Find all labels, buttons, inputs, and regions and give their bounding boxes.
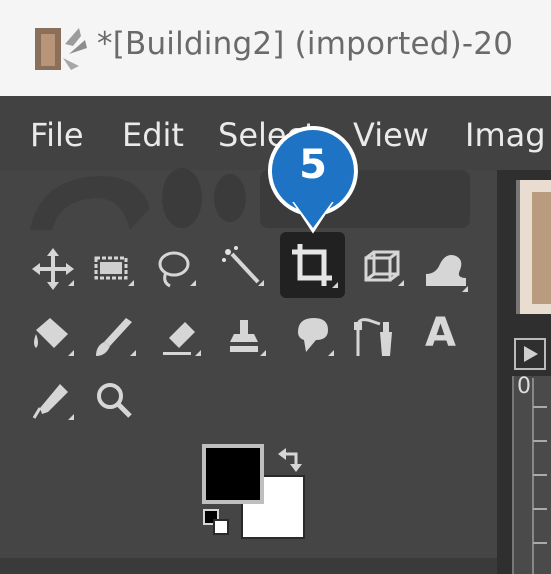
unified-transform-tool-icon[interactable] bbox=[358, 244, 408, 294]
rect-select-tool-icon[interactable] bbox=[88, 244, 138, 294]
step-callout-number: 5 bbox=[299, 142, 327, 188]
zoom-tool-icon[interactable] bbox=[90, 376, 140, 426]
paintbrush-tool-icon[interactable] bbox=[90, 312, 140, 362]
paths-tool-icon[interactable] bbox=[350, 312, 400, 362]
crop-tool-icon[interactable] bbox=[280, 232, 345, 298]
smudge-tool-icon[interactable] bbox=[288, 312, 338, 362]
image-preview-content bbox=[532, 192, 551, 304]
toolbox-bottom-strip bbox=[0, 558, 497, 574]
eraser-tool-icon[interactable] bbox=[155, 312, 205, 362]
ruler-tick bbox=[533, 508, 547, 510]
menu-edit[interactable]: Edit bbox=[122, 116, 184, 154]
title-bar: *[Building2] (imported)-20 bbox=[0, 0, 551, 97]
ruler-label: 0 bbox=[517, 374, 531, 399]
color-picker-tool-icon[interactable] bbox=[28, 376, 78, 426]
image-preview bbox=[516, 180, 551, 314]
warp-transform-tool-icon[interactable] bbox=[422, 244, 472, 294]
move-tool-icon[interactable] bbox=[28, 244, 78, 294]
ruler-tick bbox=[533, 474, 547, 476]
navigate-button-icon[interactable] bbox=[514, 338, 546, 370]
menu-image[interactable]: Imag bbox=[465, 116, 546, 154]
text-tool-icon[interactable]: A bbox=[425, 310, 456, 356]
fg-bg-color-selector[interactable] bbox=[200, 440, 310, 550]
bucket-fill-tool-icon[interactable] bbox=[28, 312, 78, 362]
ruler-tick bbox=[533, 440, 547, 442]
clone-tool-icon[interactable] bbox=[220, 312, 270, 362]
ruler-tick bbox=[533, 542, 547, 544]
gimp-app-icon bbox=[35, 28, 87, 70]
ruler-tick bbox=[533, 406, 547, 408]
free-select-tool-icon[interactable] bbox=[150, 244, 200, 294]
gimp-logo-watermark bbox=[30, 168, 470, 230]
menu-file[interactable]: File bbox=[30, 116, 84, 154]
menu-view[interactable]: View bbox=[353, 116, 429, 154]
window-title: *[Building2] (imported)-20 bbox=[97, 26, 514, 62]
fuzzy-select-tool-icon[interactable] bbox=[218, 244, 268, 294]
